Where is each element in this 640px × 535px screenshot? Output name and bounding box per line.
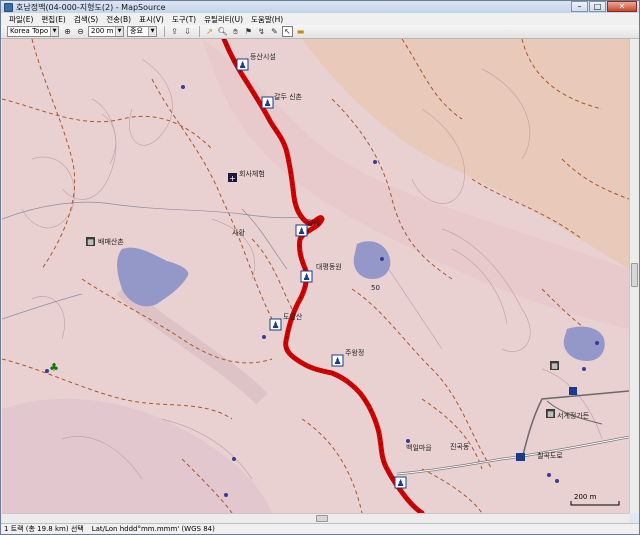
svg-text:▦: ▦ [551,362,558,370]
map-label: 주왕정 [345,348,364,357]
menu-transfer[interactable]: 전송(B) [102,14,135,25]
menu-file[interactable]: 파일(E) [5,14,37,25]
hiker-icon[interactable]: ♟ [261,96,274,109]
svg-text:+: + [229,174,236,183]
building-icon[interactable]: ▦ [546,409,555,418]
svg-text:♟: ♟ [238,61,246,71]
zoom-in-icon[interactable]: ⊕ [62,26,73,37]
gate-icon[interactable] [569,387,577,395]
vertical-scrollbar[interactable] [629,39,639,513]
map-label: 회사체험 [239,169,265,178]
svg-text:♟: ♟ [263,99,271,109]
status-bar: 1 트랙 (총 19.8 km) 선택 Lat/Lon hddd°mm.mmm'… [1,523,639,534]
minimize-button[interactable]: – [571,1,588,12]
hospital-icon[interactable]: + [228,173,237,183]
map-product-select[interactable]: Korea Topo v9 ▼ [7,26,59,37]
hand-tool-icon[interactable]: ✋︎ [230,26,241,37]
map-label: 사황 [232,228,245,237]
app-icon [4,2,13,12]
map-label: 50 [371,284,380,292]
tree-icon[interactable]: ♣ [49,361,59,374]
map-label: 백일마을 [406,443,432,452]
toolbar-divider [199,26,200,37]
chevron-down-icon: ▼ [115,27,123,36]
map-canvas[interactable]: ♟ ♟ ♟ ♟ ♟ ♟ ♟ + ▦ ▦ ▦ ♣ 등산시설 갈두 신촌 갈래 대평… [2,39,629,513]
building-icon[interactable]: ▦ [86,237,95,246]
title-bar: 호남정맥(04-000-지형도(2) - MapSource – □ ✕ [1,1,639,13]
svg-text:♟: ♟ [302,273,310,283]
selection-status: 1 트랙 (총 19.8 km) 선택 [4,525,84,533]
zoom-tool-icon[interactable]: 🔍︎ [217,26,228,37]
menu-help[interactable]: 도움말(H) [247,14,287,25]
horizontal-scrollbar[interactable] [2,513,629,523]
map-label: 등산시설 [250,52,276,61]
waypoint-tool-icon[interactable]: ⚑ [243,26,254,37]
svg-text:▦: ▦ [87,238,94,246]
map-label: 도암산 [283,312,303,321]
svg-text:♣: ♣ [49,361,59,374]
hiker-icon[interactable]: ♟ [295,224,308,237]
toolbar: Korea Topo v9 ▼ ⊕ ⊖ 200 m ▼ 중요 ▼ ⇪ ⇩ ↗ 🔍… [1,25,639,39]
map-label: 진곡동 [450,442,470,451]
vertical-scroll-thumb[interactable] [631,263,638,287]
hiker-icon[interactable]: ♟ [331,354,344,367]
detail-select[interactable]: 중요 ▼ [127,26,157,37]
close-button[interactable]: ✕ [607,1,637,12]
map-label: 칠곡도로 [537,451,563,460]
selection-tool-icon[interactable]: ↗ [204,26,215,37]
svg-text:♟: ♟ [271,321,279,331]
menu-search[interactable]: 검색(S) [70,14,102,25]
chevron-down-icon: ▼ [148,27,156,36]
toolbar-divider [164,26,165,37]
car-icon[interactable] [516,453,525,461]
detail-value: 중요 [130,27,143,35]
send-to-device-icon[interactable]: ⇪ [169,26,180,37]
scale-label: 200 m [574,493,597,501]
zoom-out-icon[interactable]: ⊖ [75,26,86,37]
svg-text:♟: ♟ [333,357,341,367]
mapsource-window: 호남정맥(04-000-지형도(2) - MapSource – □ ✕ 파일(… [0,0,640,535]
coordinate-format: Lat/Lon hddd°mm.mmm' (WGS 84) [91,525,215,533]
route-tool-icon[interactable]: ↯ [256,26,267,37]
menu-utilities[interactable]: 유틸리티(U) [200,14,247,25]
track-tool-icon[interactable]: ✎ [269,26,280,37]
zoom-level-value: 200 m [91,27,114,35]
menu-view[interactable]: 표시(V) [135,14,168,25]
svg-text:♟: ♟ [297,227,305,237]
map-view[interactable]: ♟ ♟ ♟ ♟ ♟ ♟ ♟ + ▦ ▦ ▦ ♣ 등산시설 갈두 신촌 갈래 대평… [2,39,629,513]
chevron-down-icon: ▼ [50,27,58,36]
receive-from-device-icon[interactable]: ⇩ [182,26,193,37]
map-label: 대평동원 [316,262,342,271]
menu-edit[interactable]: 편집(E) [37,14,69,25]
horizontal-scroll-thumb[interactable] [316,515,328,522]
menu-bar: 파일(E) 편집(E) 검색(S) 전송(B) 표시(V) 도구(T) 유틸리티… [1,13,639,25]
map-label: 갈두 신촌 [274,92,303,101]
window-title: 호남정맥(04-000-지형도(2) - MapSource [16,2,166,12]
map-label: 갈래 [307,218,320,227]
menu-tools[interactable]: 도구(T) [168,14,200,25]
hiker-icon[interactable]: ♟ [269,318,282,331]
hiker-icon[interactable]: ♟ [394,476,407,489]
measure-tool-icon[interactable]: ▬ [295,26,306,37]
zoom-level-select[interactable]: 200 m ▼ [88,26,124,37]
hiker-icon[interactable]: ♟ [236,58,249,71]
hiker-icon[interactable]: ♟ [300,270,313,283]
building-icon[interactable]: ▦ [550,361,559,370]
svg-text:♟: ♟ [396,479,404,489]
svg-text:▦: ▦ [547,410,554,418]
pointer-icon[interactable]: ↖ [282,26,293,37]
maximize-button[interactable]: □ [589,1,606,12]
map-label: 배매산촌 [98,237,124,246]
map-label: 서계정가든 [557,411,590,420]
